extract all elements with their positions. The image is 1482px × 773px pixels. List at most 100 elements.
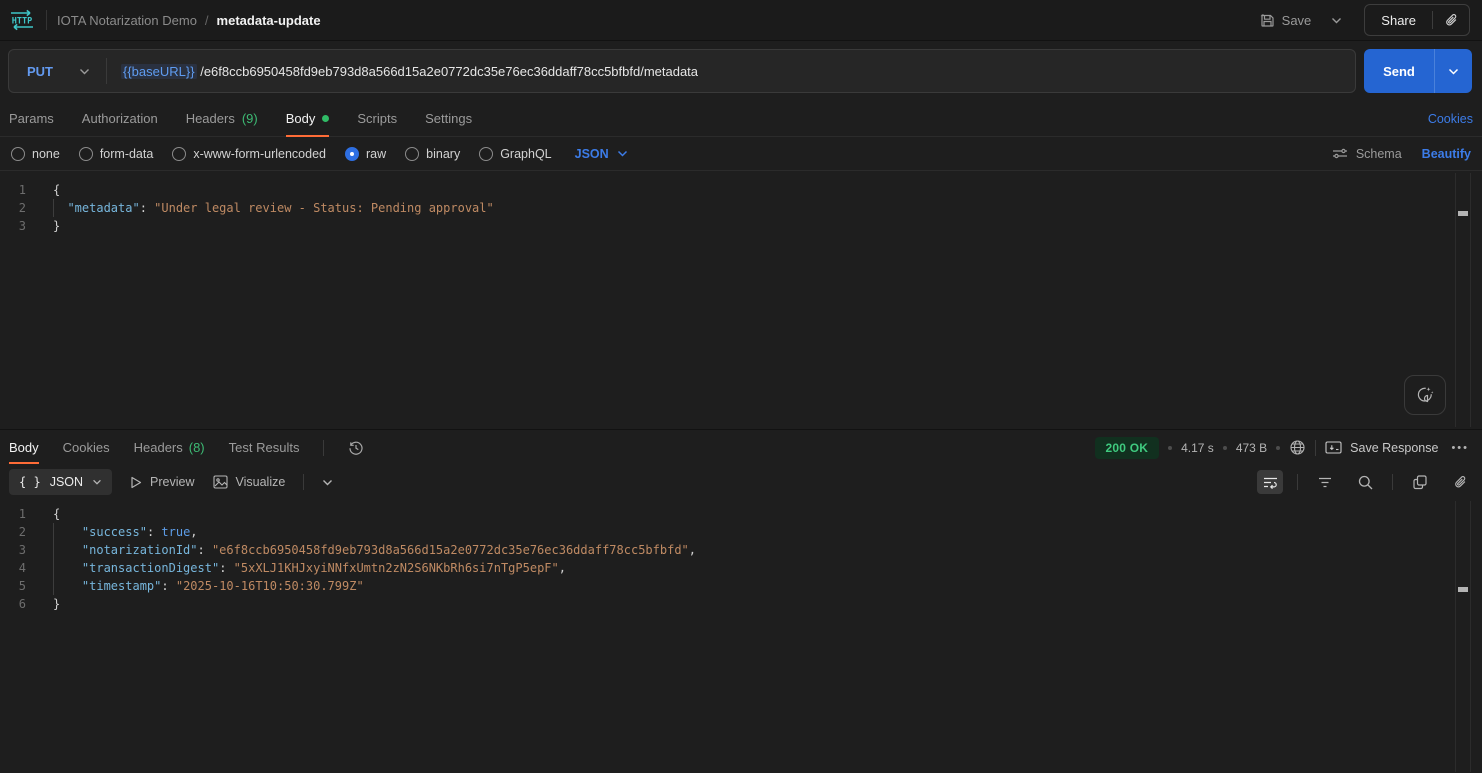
filter-icon[interactable] — [1312, 470, 1338, 494]
radio-urlencoded[interactable] — [172, 147, 186, 161]
request-editor-scroll-thumb[interactable] — [1458, 211, 1468, 216]
body-mode-row: none form-data x-www-form-urlencoded raw… — [0, 137, 1482, 171]
mode-graphql[interactable]: GraphQL — [479, 147, 551, 161]
chevron-down-icon — [617, 150, 628, 157]
mode-raw[interactable]: raw — [345, 147, 386, 161]
top-bar: HTTP IOTA Notarization Demo / metadata-u… — [0, 0, 1482, 41]
line-number: 2 — [0, 523, 38, 541]
send-button[interactable]: Send — [1364, 49, 1434, 93]
wrap-text-icon[interactable] — [1257, 470, 1283, 494]
line-number: 5 — [0, 577, 38, 595]
tab-headers-label: Headers — [186, 111, 235, 126]
response-format-selector[interactable]: { } JSON — [9, 469, 112, 495]
request-tabs: Params Authorization Headers (9) Body Sc… — [0, 101, 1482, 137]
radio-raw-selected[interactable] — [345, 147, 359, 161]
indent-guide — [53, 541, 54, 559]
response-tab-test-results[interactable]: Test Results — [229, 430, 300, 465]
line-number: 1 — [0, 181, 38, 199]
radio-form-data[interactable] — [79, 147, 93, 161]
request-editor-scrollbar[interactable] — [1455, 173, 1471, 427]
response-body-editor[interactable]: 1{2 "success": true,3 "notarizationId": … — [0, 499, 1482, 773]
braces-icon: { } — [19, 475, 41, 489]
response-tabs-divider — [323, 440, 324, 456]
body-mode-right-actions: Schema Beautify — [1332, 147, 1471, 161]
http-request-icon: HTTP — [8, 8, 36, 32]
breadcrumb-collection[interactable]: IOTA Notarization Demo — [57, 13, 197, 28]
tab-settings-label: Settings — [425, 111, 472, 126]
meta-separator-dot — [1168, 446, 1172, 450]
visualize-label: Visualize — [236, 475, 286, 489]
more-options-icon[interactable]: ••• — [1447, 442, 1473, 454]
tab-headers[interactable]: Headers (9) — [186, 101, 258, 136]
copy-link-button[interactable] — [1433, 5, 1469, 35]
history-icon[interactable] — [348, 430, 364, 465]
toolbar-divider — [1392, 474, 1393, 490]
schema-button[interactable]: Schema — [1332, 147, 1402, 161]
save-options-caret[interactable] — [1325, 11, 1348, 30]
tab-authorization-label: Authorization — [82, 111, 158, 126]
mode-none[interactable]: none — [11, 147, 60, 161]
response-tab-body-label: Body — [9, 440, 39, 455]
indent-guide — [53, 199, 54, 217]
mode-urlencoded-label: x-www-form-urlencoded — [193, 147, 326, 161]
share-button[interactable]: Share — [1365, 5, 1432, 35]
response-size[interactable]: 473 B — [1236, 441, 1267, 455]
postbot-button[interactable] — [1404, 375, 1446, 415]
save-response-button[interactable]: Save Response — [1325, 441, 1438, 455]
response-body-code[interactable]: 1{2 "success": true,3 "notarizationId": … — [0, 505, 1482, 613]
line-number: 1 — [0, 505, 38, 523]
tab-body[interactable]: Body — [286, 101, 330, 136]
request-body-editor[interactable]: 1{2 "metadata": "Under legal review - St… — [0, 171, 1482, 429]
beautify-button[interactable]: Beautify — [1422, 147, 1471, 161]
topbar-divider — [46, 10, 47, 30]
preview-button[interactable]: Preview — [130, 475, 194, 489]
raw-language-selector[interactable]: JSON — [575, 147, 628, 161]
response-tab-headers[interactable]: Headers (8) — [134, 430, 205, 465]
response-editor-scroll-thumb[interactable] — [1458, 587, 1468, 592]
visualize-button[interactable]: Visualize — [213, 475, 286, 489]
response-tab-cookies[interactable]: Cookies — [63, 430, 110, 465]
copy-icon[interactable] — [1407, 470, 1433, 494]
search-icon[interactable] — [1352, 470, 1378, 494]
radio-graphql[interactable] — [479, 147, 493, 161]
url-variable-chip[interactable]: {{baseURL}} — [121, 64, 197, 79]
share-button-group: Share — [1364, 4, 1470, 36]
response-time[interactable]: 4.17 s — [1181, 441, 1214, 455]
response-format-label: JSON — [50, 475, 83, 489]
mode-form-data-label: form-data — [100, 147, 154, 161]
link-icon[interactable] — [1447, 470, 1473, 494]
network-globe-icon[interactable] — [1289, 439, 1306, 456]
tab-params-label: Params — [9, 111, 54, 126]
response-editor-scrollbar[interactable] — [1455, 501, 1471, 772]
response-tab-body[interactable]: Body — [9, 430, 39, 465]
image-icon — [213, 475, 228, 489]
send-button-group: Send — [1364, 49, 1472, 93]
response-view-caret[interactable] — [322, 479, 333, 486]
breadcrumb-request-name[interactable]: metadata-update — [217, 13, 321, 28]
topbar-actions: Save Share — [1252, 4, 1470, 36]
mode-binary[interactable]: binary — [405, 147, 460, 161]
save-label: Save — [1282, 13, 1312, 28]
mode-urlencoded[interactable]: x-www-form-urlencoded — [172, 147, 326, 161]
method-selector[interactable]: PUT — [9, 64, 106, 79]
toolbar-divider — [303, 474, 304, 490]
line-number: 6 — [0, 595, 38, 613]
play-icon — [130, 476, 142, 489]
tab-authorization[interactable]: Authorization — [82, 101, 158, 136]
save-button[interactable]: Save — [1252, 7, 1320, 34]
tab-settings[interactable]: Settings — [425, 101, 472, 136]
postbot-sparkle-icon — [1415, 385, 1435, 405]
response-toolbar: { } JSON Preview Visualize — [0, 465, 1482, 499]
tab-scripts[interactable]: Scripts — [357, 101, 397, 136]
radio-none[interactable] — [11, 147, 25, 161]
chevron-down-icon — [79, 68, 90, 75]
send-options-caret[interactable] — [1434, 49, 1472, 93]
response-meta: 200 OK 4.17 s 473 B Save Resp — [1095, 430, 1473, 465]
tab-params[interactable]: Params — [9, 101, 54, 136]
cookies-link[interactable]: Cookies — [1428, 101, 1473, 136]
url-input[interactable]: {{baseURL}} /e6f8ccb6950458fd9eb793d8a56… — [107, 64, 698, 79]
radio-binary[interactable] — [405, 147, 419, 161]
status-badge[interactable]: 200 OK — [1095, 437, 1160, 459]
mode-form-data[interactable]: form-data — [79, 147, 154, 161]
request-body-code[interactable]: 1{2 "metadata": "Under legal review - St… — [0, 181, 1482, 235]
